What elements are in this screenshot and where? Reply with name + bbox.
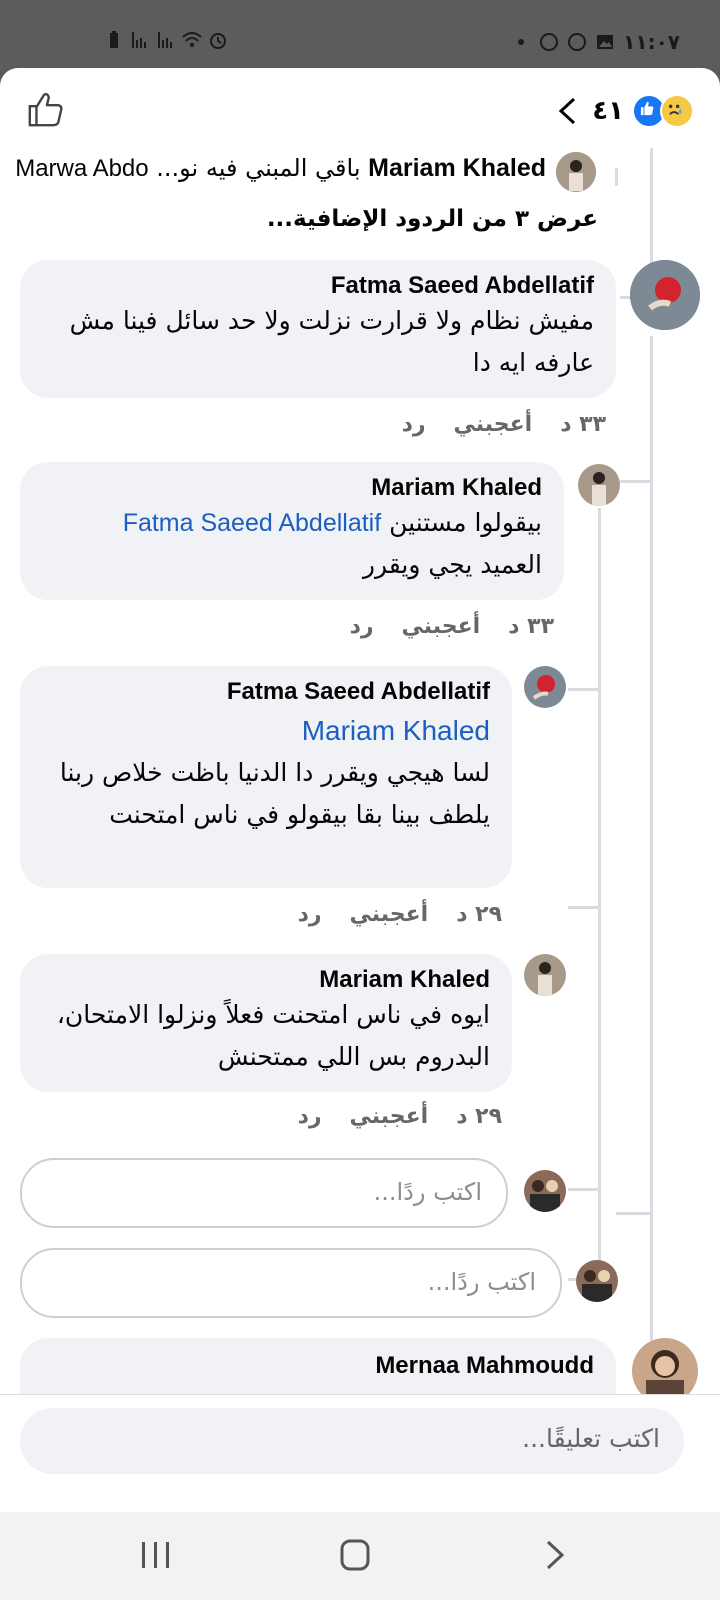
comment-text: لسا هيجي ويقرر دا الدنيا باظت خلاص ربنا … bbox=[59, 758, 490, 829]
comment-bubble[interactable]: Fatma Saeed Abdellatif Mariam Khaled لسا… bbox=[20, 666, 512, 888]
reply-input[interactable]: اكتب ردًا... bbox=[20, 1248, 562, 1318]
back-icon[interactable] bbox=[536, 1538, 576, 1574]
alarm-icon bbox=[210, 33, 226, 49]
comment-bubble[interactable]: Mariam Khaled بيقولوا مستنين Fatma Saeed… bbox=[20, 462, 564, 600]
comment-text: ايوه في ناس امتحنت فعلاً ونزلوا الامتحان… bbox=[56, 1000, 490, 1071]
avatar[interactable] bbox=[524, 954, 566, 996]
sad-reaction-icon bbox=[660, 94, 694, 128]
like-button[interactable]: أعجبني bbox=[454, 412, 533, 437]
comment-author[interactable]: Mariam Khaled bbox=[42, 966, 490, 994]
mention-link[interactable]: Fatma Saeed Abdellatif bbox=[123, 509, 382, 537]
comment-time: ٢٩ د bbox=[456, 902, 502, 927]
reply-button[interactable]: رد bbox=[402, 412, 426, 437]
thread-line bbox=[568, 906, 601, 909]
comment-text-part: بيقولوا مستنين bbox=[389, 508, 542, 537]
thread-line bbox=[615, 168, 618, 186]
comment-actions: ٢٩ د أعجبني رد bbox=[298, 902, 502, 927]
like-thumb-icon[interactable] bbox=[26, 90, 64, 128]
like-button[interactable]: أعجبني bbox=[350, 1104, 429, 1129]
comment-author[interactable]: Mernaa Mahmoudd bbox=[42, 1352, 594, 1380]
comment-bubble[interactable]: Mariam Khaled ايوه في ناس امتحنت فعلاً و… bbox=[20, 954, 512, 1092]
gallery-icon bbox=[597, 35, 614, 49]
comment-text: مفيش نظام ولا قرارت نزلت ولا حد سائل فين… bbox=[69, 306, 594, 377]
reply-button[interactable]: رد bbox=[298, 902, 322, 927]
reply-button[interactable]: رد bbox=[350, 614, 374, 639]
whatsapp-icon bbox=[540, 33, 559, 51]
comment-author[interactable]: Fatma Saeed Abdellatif bbox=[42, 678, 490, 706]
status-right: ١١:٠٧ bbox=[511, 30, 680, 54]
reply-snippet: باقي المبني فيه نو... bbox=[156, 154, 361, 182]
like-button[interactable]: أعجبني bbox=[402, 614, 481, 639]
reactions-summary[interactable]: ٤١ bbox=[554, 94, 694, 128]
home-icon[interactable] bbox=[336, 1538, 376, 1574]
thread-line bbox=[568, 1188, 601, 1191]
chevron-left-icon[interactable] bbox=[554, 96, 580, 126]
reply-author: Mariam Khaled bbox=[368, 154, 546, 182]
comment-bubble[interactable]: Fatma Saeed Abdellatif مفيش نظام ولا قرا… bbox=[20, 260, 616, 398]
avatar[interactable] bbox=[630, 260, 700, 330]
avatar[interactable] bbox=[578, 464, 620, 506]
view-more-replies[interactable]: عرض ٣ من الردود الإضافية... bbox=[260, 206, 598, 232]
thread-line bbox=[616, 1212, 653, 1215]
status-bar: ١١:٠٧ bbox=[0, 0, 720, 70]
comment-author[interactable]: Fatma Saeed Abdellatif bbox=[42, 272, 594, 300]
comment-actions: ٣٣ د أعجبني رد bbox=[350, 614, 554, 639]
signal-icon bbox=[158, 32, 172, 48]
comments-sheet: ٤١ Mariam Khaled باقي المبني فيه نو... M… bbox=[0, 68, 720, 1512]
status-left-icons bbox=[104, 30, 228, 50]
reply-input[interactable]: اكتب ردًا... bbox=[20, 1158, 508, 1228]
thread-line bbox=[650, 336, 653, 1512]
collapsed-reply[interactable]: Mariam Khaled باقي المبني فيه نو... Marw… bbox=[15, 154, 546, 183]
thread-line bbox=[568, 688, 601, 691]
comment-author[interactable]: Mariam Khaled bbox=[42, 474, 542, 502]
status-time: ١١:٠٧ bbox=[623, 30, 680, 54]
comment-text-line2: العميد يجي ويقرر bbox=[362, 550, 542, 579]
comment-input[interactable]: اكتب تعليقًا... bbox=[20, 1408, 684, 1474]
battery-icon bbox=[110, 31, 118, 48]
avatar[interactable] bbox=[524, 666, 566, 708]
reply-button[interactable]: رد bbox=[298, 1104, 322, 1129]
my-avatar bbox=[576, 1260, 618, 1302]
reply-mention: Marwa Abdo bbox=[15, 155, 149, 182]
mention-link[interactable]: Mariam Khaled bbox=[42, 710, 490, 752]
comment-actions: ٢٩ د أعجبني رد bbox=[298, 1104, 502, 1129]
recent-apps-icon[interactable] bbox=[136, 1538, 176, 1574]
comment-time: ٢٩ د bbox=[456, 1104, 502, 1129]
signal-icon bbox=[132, 32, 146, 48]
reaction-count: ٤١ bbox=[592, 96, 624, 126]
avatar[interactable] bbox=[556, 152, 596, 192]
sheet-header: ٤١ bbox=[0, 68, 720, 148]
like-button[interactable]: أعجبني bbox=[350, 902, 429, 927]
thread-line bbox=[620, 480, 653, 483]
wifi-icon bbox=[182, 32, 202, 47]
comment-actions: ٣٣ د أعجبني رد bbox=[402, 412, 606, 437]
comment-text: بيقولوا مستنين Fatma Saeed Abdellatif bbox=[42, 502, 542, 544]
comment-time: ٣٣ د bbox=[508, 614, 554, 639]
my-avatar bbox=[524, 1170, 566, 1212]
system-nav-bar bbox=[0, 1512, 720, 1600]
dot-icon bbox=[518, 39, 525, 45]
whatsapp-icon bbox=[568, 33, 587, 51]
comment-time: ٣٣ د bbox=[560, 412, 606, 437]
thread-line bbox=[598, 508, 601, 1280]
